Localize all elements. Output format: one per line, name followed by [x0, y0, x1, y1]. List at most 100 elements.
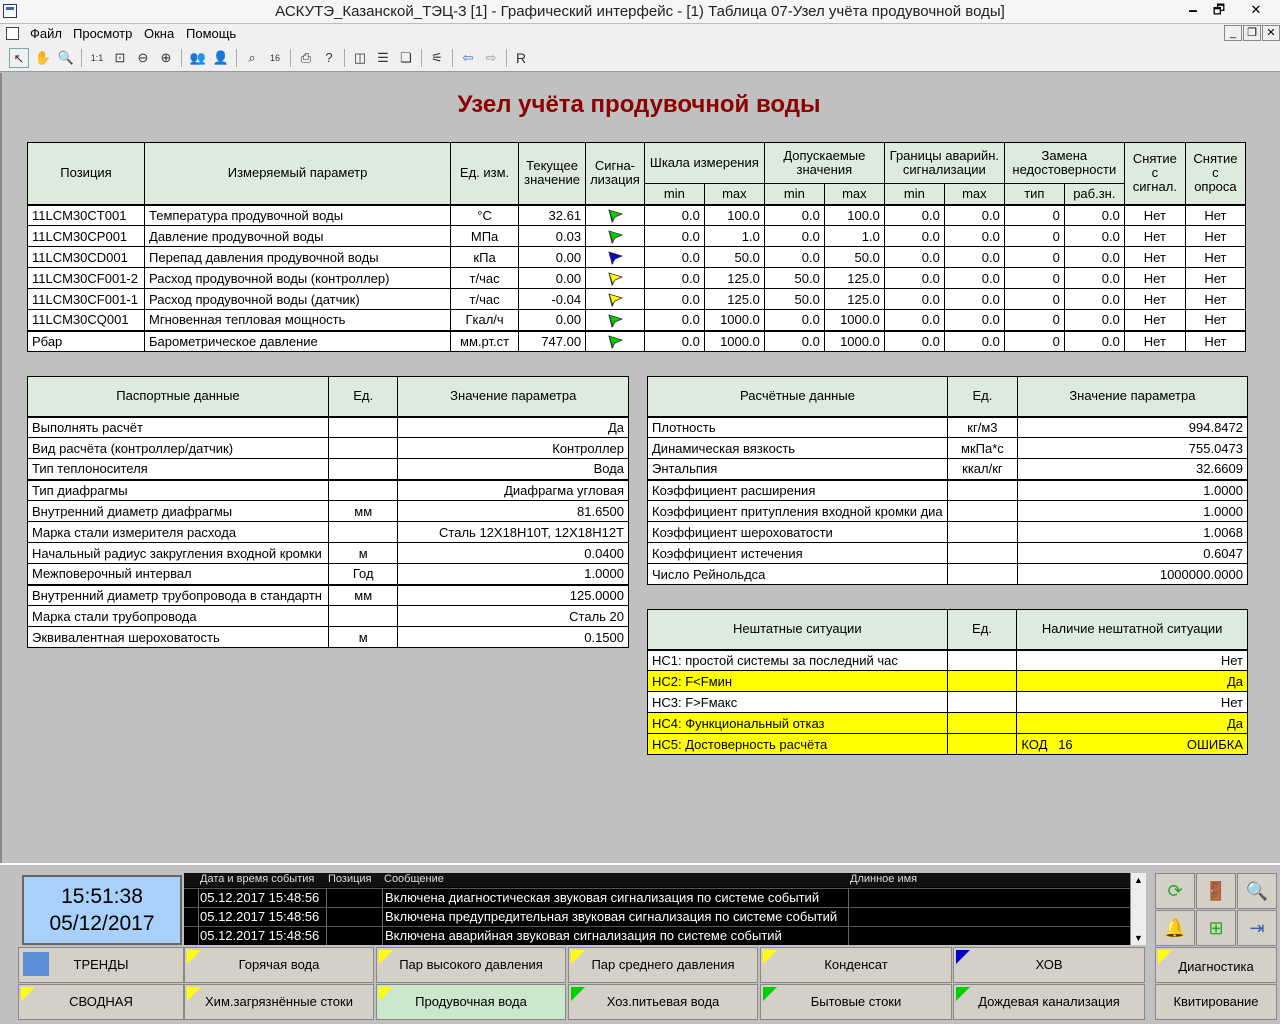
table-row[interactable]: Число Рейнольдса 1000000.0000 [647, 563, 1249, 585]
table-row[interactable]: 11LCM30CP001 Давление продувочной воды МПа… [26, 225, 1247, 247]
mdi-minimize-button[interactable]: _ [1224, 25, 1242, 41]
forward-arrow-icon[interactable]: ⇨ [481, 48, 501, 68]
table-row[interactable]: НС1: простой системы за последний час Нет [647, 648, 1248, 671]
help-icon[interactable]: ? [319, 48, 339, 68]
ack-button[interactable]: Квитирование [1155, 984, 1277, 1020]
abnormal-col-name: Нештатные ситуации [647, 609, 948, 650]
users-icon[interactable]: 👥 [188, 48, 208, 68]
arrange-icon[interactable]: ⚟ [427, 48, 447, 68]
table-row[interactable]: Внутренний диаметр диафрагмы мм 81.6500 [27, 500, 629, 522]
menu-view[interactable]: Просмотр [73, 26, 132, 41]
nav-hp-steam-button[interactable]: Пар высокого давления [376, 947, 566, 983]
zoom-fit-icon[interactable]: ⊡ [110, 48, 130, 68]
table-row[interactable]: 11LCM30CF001-1 Расход продувочной воды (д… [26, 288, 1247, 310]
table-row[interactable]: НС2: F<Fмин Да [647, 670, 1248, 692]
table-row[interactable]: Марка стали трубопровода Сталь 20 [27, 605, 629, 627]
mdi-close-button[interactable]: ✕ [1262, 25, 1280, 41]
pointer-icon[interactable]: ↖ [9, 48, 29, 68]
table-row[interactable]: Начальный радиус закругления входной кро… [27, 542, 629, 564]
menu-windows[interactable]: Окна [144, 26, 174, 41]
table-row[interactable]: Коэффициент истечения 0.6047 [647, 542, 1249, 564]
exit-door-icon[interactable]: 🚪 [1196, 873, 1236, 909]
back-arrow-icon[interactable]: ⇦ [458, 48, 478, 68]
table-row[interactable]: НС5: Достоверность расчёта КОД 16 ОШИБКА [647, 733, 1248, 755]
print-icon[interactable]: ⎙ [296, 48, 316, 68]
event-column-divider [198, 927, 199, 945]
login-icon[interactable]: ⇥ [1237, 910, 1277, 946]
row-name: НС3: F>Fмакс [647, 691, 948, 713]
menu-help[interactable]: Помощь [186, 26, 236, 41]
preview-icon[interactable]: 🔍 [1237, 873, 1277, 909]
scroll-down-icon[interactable]: ▼ [1131, 931, 1146, 945]
row-signal [585, 288, 645, 310]
table-row[interactable]: Тип диафрагмы Диафрагма угловая [27, 478, 629, 501]
r-button[interactable]: R [511, 48, 531, 68]
nav-mp-steam-button[interactable]: Пар среднего давления [568, 947, 758, 983]
event-row[interactable]: 05.12.2017 15:48:56 Включена аварийная зв… [184, 926, 1130, 945]
tile-horizontal-icon[interactable]: ☰ [373, 48, 393, 68]
table-row[interactable]: Коэффициент расширения 1.0000 [647, 478, 1249, 501]
event-log-header: Дата и время события Позиция Сообщение Д… [184, 873, 1130, 887]
table-row[interactable]: Внутренний диаметр трубопровода в станда… [27, 583, 629, 606]
table-row[interactable]: Pбар Барометрическое давление мм.рт.ст 747.… [26, 329, 1247, 352]
mdi-restore-button[interactable]: ❐ [1243, 25, 1261, 41]
user-icon[interactable]: 👤 [211, 48, 231, 68]
row-name: Коэффициент расширения [647, 478, 948, 501]
table-row[interactable]: 11LCM30CF001-2 Расход продувочной воды (к… [26, 267, 1247, 289]
nav-chem-drain-button[interactable]: Хим.загрязнённые стоки [184, 984, 374, 1020]
cascade-icon[interactable]: ❏ [396, 48, 416, 68]
network-icon[interactable]: ⊞ [1196, 910, 1236, 946]
nav-household-button[interactable]: Бытовые стоки [760, 984, 952, 1020]
table-row[interactable]: 11LCM30CT001 Температура продувочной воды… [26, 203, 1247, 226]
menu-file[interactable]: Файл [30, 26, 62, 41]
table-row[interactable]: Коэффициент шероховатости 1.0068 [647, 521, 1249, 543]
find-icon[interactable]: ⌕ [242, 48, 262, 68]
bell-icon[interactable]: 🔔 [1155, 910, 1195, 946]
nav-blowdown-button[interactable]: Продувочная вода [376, 984, 566, 1020]
table-row[interactable]: Энтальпия ккал/кг 32.6609 [647, 458, 1249, 480]
table-row[interactable]: Динамическая вязкость мкПа*с 755.0473 [647, 437, 1249, 459]
table-row[interactable]: НС3: F>Fмакс Нет [647, 691, 1248, 713]
table-row[interactable]: Коэффициент притупления входной кромки д… [647, 500, 1249, 522]
minimize-button[interactable]: 🗕 [1180, 0, 1206, 22]
table-row[interactable]: Плотность кг/м3 994.8472 [647, 415, 1249, 438]
table-row[interactable]: 11LCM30CQ001 Мгновенная тепловая мощность… [26, 309, 1247, 331]
row-signal [585, 246, 645, 268]
magnifier-icon[interactable]: 🔍 [56, 48, 76, 68]
table-row[interactable]: Тип теплоносителя Вода [27, 458, 629, 480]
numbers-icon[interactable]: 16 [265, 48, 285, 68]
nav-condensate-button[interactable]: Конденсат [760, 947, 952, 983]
table-row[interactable]: 11LCM30CD001 Перепад давления продувочной… [26, 246, 1247, 268]
row-remove-signal: Нет [1123, 225, 1186, 247]
document-icon[interactable] [6, 27, 19, 40]
zoom-in-icon[interactable]: ⊕ [156, 48, 176, 68]
nav-drinking-button[interactable]: Хоз.питьевая вода [568, 984, 758, 1020]
row-remove-signal: Нет [1123, 267, 1186, 289]
event-log-scrollbar[interactable]: ▲ ▼ [1130, 873, 1146, 945]
close-button[interactable]: ✕ [1236, 0, 1276, 22]
table-row[interactable]: Эквивалентная шероховатость м 0.1500 [27, 626, 629, 648]
event-row[interactable]: 05.12.2017 15:48:56 Включена предупредите… [184, 907, 1130, 926]
table-row[interactable]: НС4: Функциональный отказ Да [647, 712, 1248, 734]
tile-vertical-icon[interactable]: ◫ [350, 48, 370, 68]
hand-icon[interactable]: ✋ [33, 48, 53, 68]
nav-trends-button[interactable]: ТРЕНДЫ [18, 947, 184, 983]
row-unit [946, 563, 1018, 585]
row-value: 0.1500 [397, 626, 629, 648]
scroll-up-icon[interactable]: ▲ [1131, 873, 1146, 887]
refresh-icon[interactable]: ⟳ [1155, 873, 1195, 909]
event-row[interactable]: 05.12.2017 15:48:56 Включена диагностичес… [184, 888, 1130, 907]
restore-button[interactable]: 🗗 [1206, 0, 1232, 22]
nav-summary-button[interactable]: СВОДНАЯ [18, 984, 184, 1020]
row-remove-signal: Нет [1123, 203, 1186, 226]
table-row[interactable]: Выполнять расчёт Да [27, 415, 629, 438]
nav-hot-water-button[interactable]: Горячая вода [184, 947, 374, 983]
nav-hov-button[interactable]: ХОВ [953, 947, 1145, 983]
nav-rain-button[interactable]: Дождевая канализация [953, 984, 1145, 1020]
zoom-out-icon[interactable]: ⊖ [133, 48, 153, 68]
table-row[interactable]: Вид расчёта (контроллер/датчик) Контролле… [27, 437, 629, 459]
zoom-1to1-icon[interactable]: 1:1 [87, 48, 107, 68]
table-row[interactable]: Межповерочный интервал Год 1.0000 [27, 563, 629, 585]
table-row[interactable]: Марка стали измерителя расхода Сталь 12Х1… [27, 521, 629, 543]
nav-diagnostics-button[interactable]: Диагностика [1155, 947, 1277, 983]
